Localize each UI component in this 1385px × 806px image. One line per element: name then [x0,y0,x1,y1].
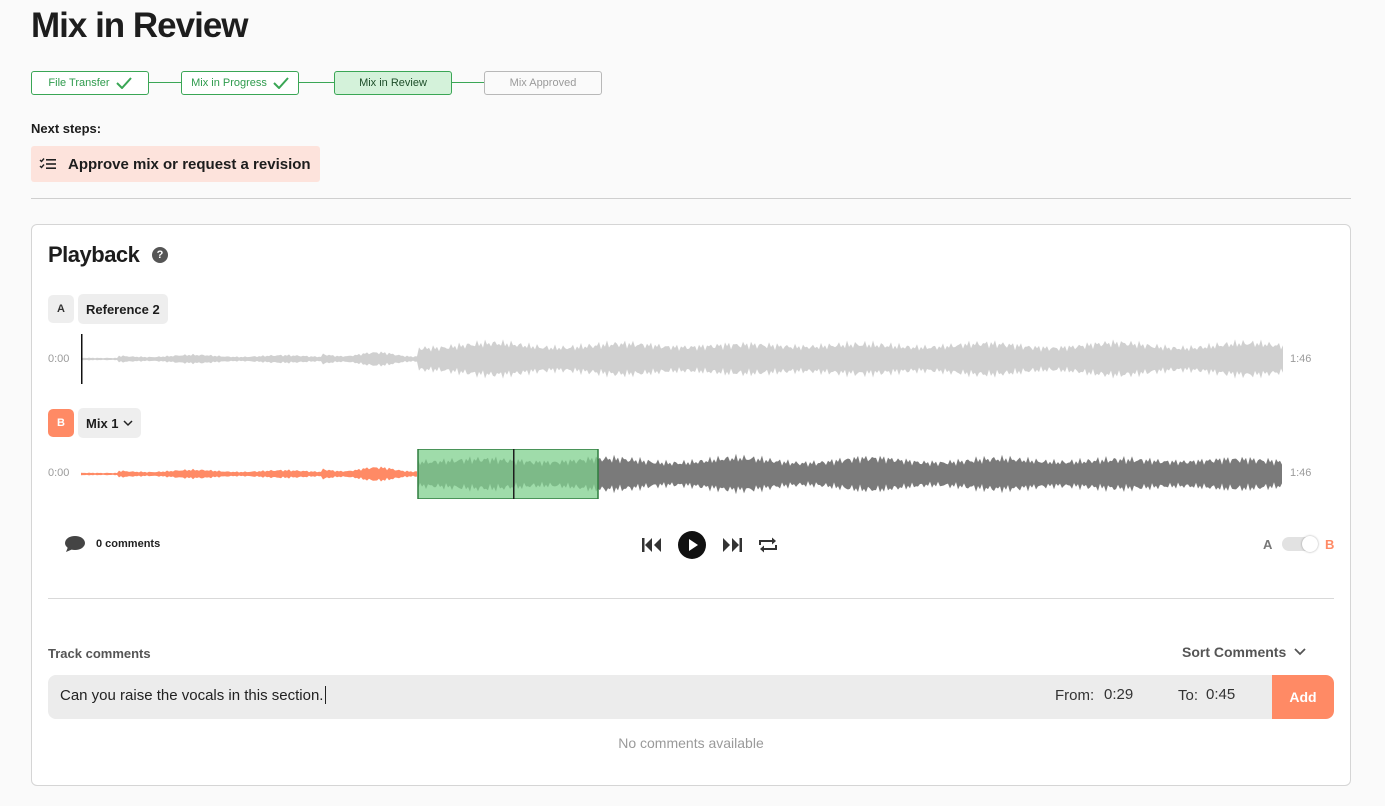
ab-label-b: B [1325,537,1335,552]
comment-input-text: Can you raise the vocals in this section… [60,686,324,704]
sort-comments-label: Sort Comments [1182,644,1287,660]
track-a-waveform[interactable] [81,334,1283,384]
chevron-down-icon [122,419,133,426]
step-label: Mix in Review [359,77,427,89]
page-title: Mix in Review [31,6,249,45]
playhead[interactable] [81,334,83,384]
waveform-shape [81,339,1283,379]
comment-selection-region[interactable] [417,449,599,499]
track-a-end-time: 1:46 [1290,353,1312,365]
step-mix-approved[interactable]: Mix Approved [484,71,602,95]
empty-comments-message: No comments available [618,735,764,751]
help-icon[interactable]: ? [152,247,168,263]
track-a-label: Reference 2 [86,301,160,317]
chevron-down-icon [1294,648,1306,656]
from-time-input[interactable]: 0:29 [1104,686,1133,703]
next-step-text: Approve mix or request a revision [68,155,311,173]
next-steps-label: Next steps: [31,121,102,136]
comments-count[interactable]: 0 comments [96,538,160,550]
step-file-transfer[interactable]: File Transfer [31,71,149,95]
step-label: File Transfer [48,77,110,89]
comment-icon[interactable] [64,535,86,553]
track-b-badge[interactable]: B [48,409,74,437]
track-comments-label: Track comments [48,646,151,661]
to-time-input[interactable]: 0:45 [1206,686,1235,703]
comment-input[interactable]: Can you raise the vocals in this section… [60,686,327,704]
check-icon [115,77,132,89]
ab-label-a: A [1263,537,1273,552]
play-icon [678,531,706,559]
playback-card: Playback ? A Reference 2 0:00 1:46 B Mix… [31,224,1351,786]
playhead[interactable] [513,449,515,499]
playback-title: Playback [48,242,140,267]
track-b-start-time: 0:00 [48,467,70,479]
next-step-item[interactable]: Approve mix or request a revision [31,146,320,182]
skip-back-icon [642,538,661,552]
step-label: Mix Approved [509,77,577,89]
track-b-end-time: 1:46 [1290,467,1312,479]
sort-comments-button[interactable]: Sort Comments [1182,644,1306,660]
skip-forward-button[interactable] [720,530,744,560]
track-a-badge[interactable]: A [48,295,74,323]
ab-toggle[interactable] [1282,536,1318,552]
track-a-name: Reference 2 [78,294,168,324]
loop-icon [759,537,777,553]
to-label: To: [1178,687,1199,704]
track-a-start-time: 0:00 [48,353,70,365]
track-b-waveform[interactable] [81,449,1283,499]
step-mix-in-progress[interactable]: Mix in Progress [181,71,299,95]
step-mix-in-review[interactable]: Mix in Review [334,71,452,95]
loop-button[interactable] [756,530,780,560]
track-b-label: Mix 1 [86,415,119,431]
skip-forward-icon [723,538,742,552]
ab-toggle-knob [1302,536,1318,552]
divider [48,598,1334,599]
play-button[interactable] [677,530,707,560]
waveform-played [81,466,417,482]
from-label: From: [1055,687,1095,704]
divider [31,198,1351,199]
add-comment-button[interactable]: Add [1272,675,1334,719]
progress-steps: File Transfer Mix in Progress Mix in Rev… [31,71,631,95]
checklist-icon [39,158,56,169]
check-icon [273,77,289,89]
skip-back-button[interactable] [640,530,664,560]
track-b-selector[interactable]: Mix 1 [78,408,141,438]
transport-controls [640,530,780,560]
comment-composer: Can you raise the vocals in this section… [48,675,1334,719]
step-label: Mix in Progress [191,77,267,89]
